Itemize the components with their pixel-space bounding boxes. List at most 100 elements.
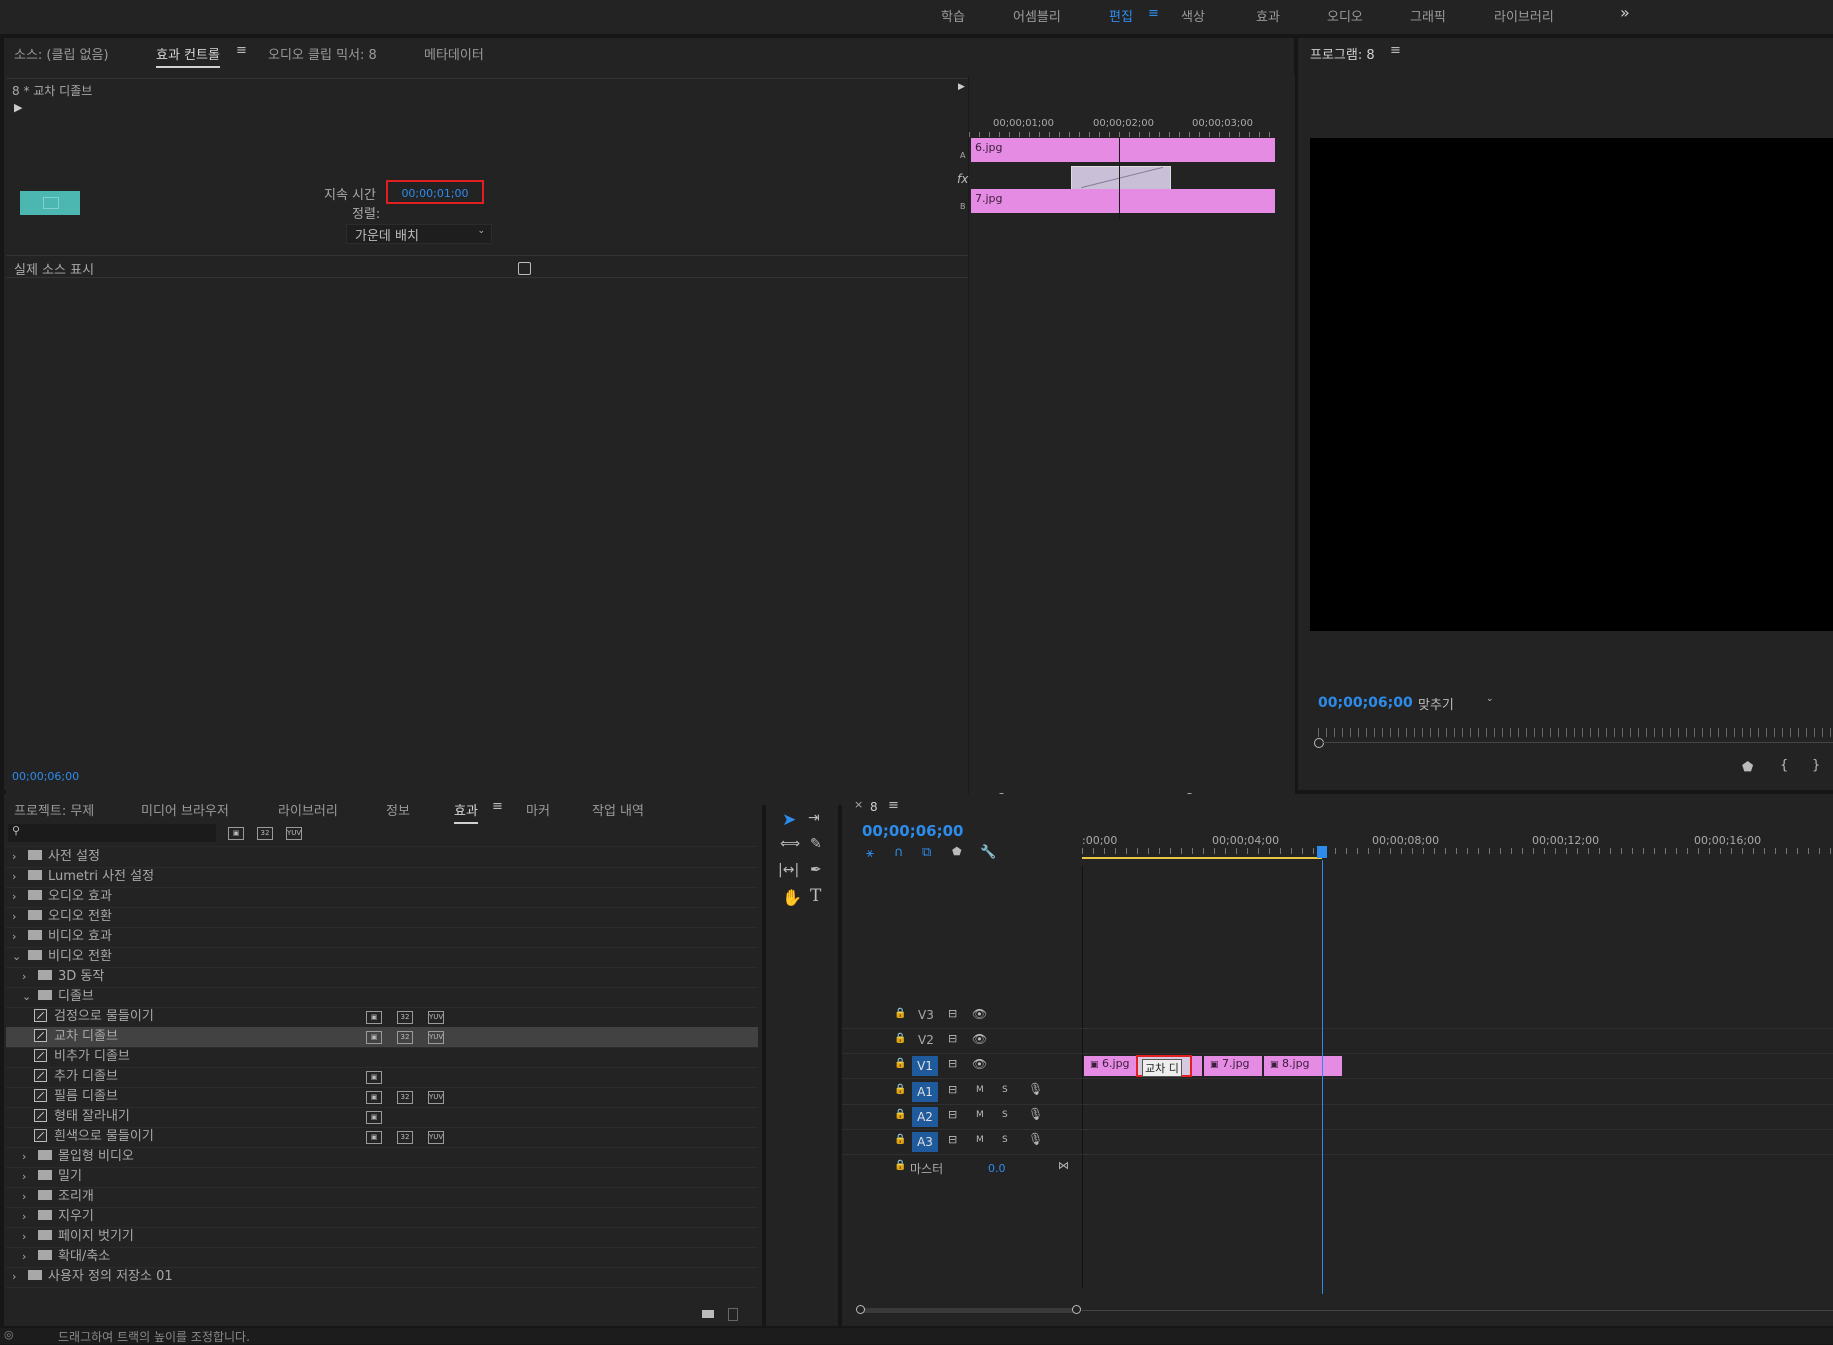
tree-folder[interactable]: › 사전 설정	[6, 847, 758, 868]
panel-menu-icon[interactable]: ≡	[492, 799, 503, 814]
sync-lock-icon[interactable]: ⊟	[948, 1007, 957, 1020]
tree-folder[interactable]: › 조리개	[6, 1187, 758, 1208]
delete-icon[interactable]	[728, 1308, 738, 1321]
chevron-right-icon[interactable]: ›	[22, 1167, 38, 1187]
ripple-edit-tool-icon[interactable]: ⟺	[780, 836, 800, 852]
zoom-handle-left[interactable]	[856, 1305, 865, 1314]
track-label-v1[interactable]: V1	[912, 1056, 938, 1076]
effect-item[interactable]: 필름 디졸브 ▣ 32 YUV	[6, 1087, 758, 1108]
chevron-down-icon[interactable]: ⌄	[12, 947, 28, 967]
mute-button[interactable]: M	[976, 1085, 984, 1095]
accelerated-effects-filter-icon[interactable]: ▣	[228, 827, 244, 840]
mini-clip-b[interactable]: 7.jpg	[971, 189, 1275, 213]
workspace-overflow-icon[interactable]: »	[1620, 3, 1630, 22]
sync-lock-icon[interactable]: ⊟	[948, 1057, 957, 1070]
yuv-effects-filter-icon[interactable]: YUV	[286, 827, 302, 840]
track-label-v2[interactable]: V2	[918, 1033, 934, 1047]
snap-icon[interactable]: ∩	[894, 845, 904, 860]
tree-folder[interactable]: › 비디오 효과	[6, 927, 758, 948]
chevron-right-icon[interactable]: ›	[12, 927, 28, 947]
mini-ruler[interactable]	[969, 132, 1275, 137]
tree-folder[interactable]: › 3D 동작	[6, 967, 758, 988]
tree-folder[interactable]: › 오디오 효과	[6, 887, 758, 908]
microphone-icon[interactable]: 🎙	[1028, 1132, 1043, 1146]
tab-effect-controls[interactable]: 효과 컨트롤	[156, 44, 220, 68]
lock-icon[interactable]: 🔒	[894, 1134, 906, 1145]
panel-menu-icon[interactable]: ≡	[236, 43, 247, 58]
tree-folder[interactable]: › 페이지 벗기기	[6, 1227, 758, 1248]
tab-libraries[interactable]: 라이브러리	[278, 800, 338, 819]
workspace-tab-color[interactable]: 색상	[1181, 6, 1205, 25]
effect-item[interactable]: 비추가 디졸브	[6, 1047, 758, 1068]
collapse-arrow-icon[interactable]: ▶	[958, 82, 965, 92]
close-icon[interactable]: ×	[854, 798, 863, 811]
lock-icon[interactable]: 🔒	[894, 1008, 906, 1019]
tab-info[interactable]: 정보	[386, 800, 410, 819]
pen-tool-icon[interactable]: ✒	[810, 862, 822, 878]
new-bin-icon[interactable]	[702, 1310, 714, 1318]
chevron-right-icon[interactable]: ›	[12, 907, 28, 927]
tab-media-browser[interactable]: 미디어 브라우저	[141, 800, 229, 819]
master-volume[interactable]: 0.0	[988, 1162, 1006, 1175]
alignment-select[interactable]: 가운데 배치 ⌄	[346, 224, 492, 244]
hand-tool-icon[interactable]: ✋	[782, 888, 802, 907]
timeline-zoom-scrollbar[interactable]	[856, 1305, 1081, 1314]
chevron-right-icon[interactable]: ›	[22, 1187, 38, 1207]
mark-out-icon[interactable]: }	[1812, 758, 1820, 773]
tab-markers[interactable]: 마커	[526, 800, 550, 819]
workspace-tab-learn[interactable]: 학습	[941, 6, 965, 25]
effect-controls-timecode[interactable]: 00;00;06;00	[12, 770, 79, 783]
sync-lock-icon[interactable]: ⊟	[948, 1108, 957, 1121]
track-label-v3[interactable]: V3	[918, 1008, 934, 1022]
sync-lock-icon[interactable]: ⊟	[948, 1032, 957, 1045]
mini-playhead[interactable]	[1119, 138, 1120, 220]
go-to-end-icon[interactable]: ⋈	[1058, 1159, 1069, 1172]
tree-folder[interactable]: › 밀기	[6, 1167, 758, 1188]
workspace-tab-audio[interactable]: 오디오	[1327, 6, 1363, 25]
tab-metadata[interactable]: 메타데이터	[424, 44, 484, 63]
linked-selection-icon[interactable]: ⧉	[922, 845, 931, 860]
track-label-a1[interactable]: A1	[912, 1082, 938, 1102]
zoom-handle-right[interactable]	[1072, 1305, 1081, 1314]
track-label-a2[interactable]: A2	[912, 1107, 938, 1127]
lock-icon[interactable]: 🔒	[894, 1033, 906, 1044]
tree-folder[interactable]: ⌄ 디졸브	[6, 987, 758, 1008]
lock-icon[interactable]: 🔒	[894, 1084, 906, 1095]
tab-project[interactable]: 프로젝트: 무제	[14, 800, 94, 819]
solo-button[interactable]: S	[1002, 1135, 1008, 1145]
program-ruler[interactable]	[1318, 728, 1833, 737]
workspace-tab-assembly[interactable]: 어셈블리	[1013, 6, 1061, 25]
workspace-tab-editing[interactable]: 편집	[1109, 6, 1133, 25]
playhead-handle[interactable]	[1317, 846, 1327, 858]
tree-folder[interactable]: › 몰입형 비디오	[6, 1147, 758, 1168]
timeline-ruler[interactable]: :00;00 00;00;04;00 00;00;08;00 00;00;12;…	[1082, 824, 1833, 866]
mute-button[interactable]: M	[976, 1110, 984, 1120]
duration-value[interactable]: 00;00;01;00	[386, 180, 484, 204]
workspace-menu-icon[interactable]: ≡	[1148, 6, 1159, 21]
chevron-right-icon[interactable]: ›	[12, 1267, 28, 1287]
chevron-right-icon[interactable]: ›	[22, 1207, 38, 1227]
track-label-a3[interactable]: A3	[912, 1132, 938, 1152]
panel-menu-icon[interactable]: ≡	[888, 798, 899, 813]
mini-transition-block[interactable]	[1071, 166, 1171, 190]
sync-lock-icon[interactable]: ⊟	[948, 1133, 957, 1146]
sequence-tab[interactable]: 8	[870, 800, 878, 814]
track-select-tool-icon[interactable]: ⇥	[808, 810, 820, 826]
program-timecode[interactable]: 00;00;06;00	[1318, 695, 1413, 711]
zoom-select[interactable]: 맞추기 ⌄	[1414, 694, 1494, 713]
workspace-tab-graphics[interactable]: 그래픽	[1410, 6, 1446, 25]
chevron-right-icon[interactable]: ›	[12, 887, 28, 907]
panel-menu-icon[interactable]: ≡	[1390, 43, 1401, 58]
add-marker-icon[interactable]: ⬟	[1742, 760, 1753, 775]
tree-folder[interactable]: › 지우기	[6, 1207, 758, 1228]
lock-icon[interactable]: 🔒	[894, 1058, 906, 1069]
tree-folder[interactable]: › 사용자 정의 저장소 01	[6, 1267, 758, 1288]
solo-button[interactable]: S	[1002, 1085, 1008, 1095]
effect-item[interactable]: 흰색으로 물들이기 ▣ 32 YUV	[6, 1127, 758, 1148]
effect-item[interactable]: 교차 디졸브 ▣ 32 YUV	[6, 1027, 758, 1048]
tree-folder[interactable]: › 확대/축소	[6, 1247, 758, 1268]
tab-history[interactable]: 작업 내역	[592, 800, 644, 819]
effect-item[interactable]: 형태 잘라내기 ▣	[6, 1107, 758, 1128]
tree-folder[interactable]: › 오디오 전환	[6, 907, 758, 928]
solo-button[interactable]: S	[1002, 1110, 1008, 1120]
